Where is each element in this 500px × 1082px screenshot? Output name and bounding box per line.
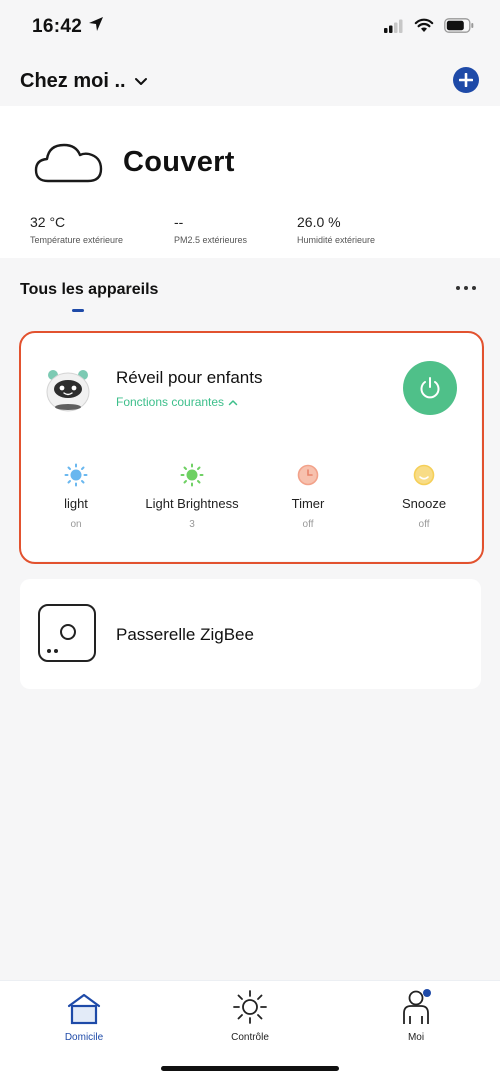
power-icon — [420, 377, 440, 399]
home-indicator — [161, 1066, 339, 1071]
status-indicators — [384, 18, 474, 33]
device-card-zigbee-gateway[interactable]: Passerelle ZigBee — [20, 579, 481, 689]
status-time: 16:42 — [32, 16, 83, 37]
sun-icon — [180, 463, 204, 487]
person-icon — [403, 989, 431, 1024]
tab-indicator — [72, 309, 84, 312]
home-name: Chez moi .. — [20, 70, 126, 92]
sun-icon — [64, 463, 88, 487]
home-header: Chez moi .. — [0, 58, 500, 104]
wifi-icon — [414, 18, 434, 32]
chevron-up-icon — [228, 399, 238, 405]
common-functions-label: Fonctions courantes — [116, 395, 225, 409]
plus-icon — [459, 73, 473, 87]
tab-control[interactable]: Contrôle — [200, 989, 300, 1043]
battery-icon — [444, 18, 474, 33]
function-state: on — [70, 519, 82, 530]
signal-icon — [384, 19, 403, 33]
tab-label: Contrôle — [231, 1032, 269, 1043]
device-name: Réveil pour enfants — [116, 368, 263, 387]
weather-condition: Couvert — [123, 146, 235, 178]
function-timer[interactable]: Timer off — [253, 463, 363, 530]
location-arrow-icon — [89, 17, 103, 31]
device-name: Passerelle ZigBee — [116, 625, 254, 644]
function-state: off — [418, 519, 430, 530]
tab-me[interactable]: Moi — [366, 989, 466, 1043]
function-light-brightness[interactable]: Light Brightness 3 — [137, 463, 247, 530]
stat-label: PM2.5 extérieures — [174, 235, 248, 245]
stat-value: 32 °C — [30, 214, 66, 230]
stat-value: -- — [174, 214, 184, 230]
cloud-icon — [34, 143, 103, 183]
dot — [456, 286, 460, 290]
status-bar: 16:42 — [0, 0, 500, 56]
stat-pm25: -- PM2.5 extérieures — [174, 214, 247, 245]
chevron-down-icon — [134, 77, 147, 85]
power-button[interactable] — [403, 361, 457, 415]
alarm-clock-device-icon — [46, 370, 90, 412]
stat-label: Température extérieure — [30, 235, 124, 245]
dot — [464, 286, 468, 290]
function-state: 3 — [189, 519, 195, 530]
weather-panel[interactable]: Couvert 32 °C Température extérieure -- … — [0, 106, 500, 258]
dot — [472, 286, 476, 290]
common-functions-toggle[interactable]: Fonctions courantes — [116, 395, 238, 409]
function-light[interactable]: light on — [21, 463, 131, 530]
tab-label: Moi — [407, 1032, 425, 1043]
smile-icon — [413, 464, 435, 486]
tab-label: Domicile — [64, 1032, 104, 1043]
stat-label: Humidité extérieure — [297, 235, 376, 245]
clock-icon — [297, 464, 319, 486]
add-device-button[interactable] — [453, 67, 479, 93]
tab-all-devices[interactable]: Tous les appareils — [20, 281, 158, 299]
function-state: off — [302, 519, 314, 530]
function-snooze[interactable]: Snooze off — [369, 463, 479, 530]
function-name: Light Brightness — [145, 496, 239, 511]
stat-humidity: 26.0 % Humidité extérieure — [297, 214, 375, 245]
device-card-kids-alarm[interactable]: Réveil pour enfants Fonctions courantes … — [20, 333, 481, 561]
function-name: Snooze — [401, 496, 447, 511]
home-selector[interactable]: Chez moi .. — [20, 70, 148, 93]
tab-home[interactable]: Domicile — [34, 989, 134, 1043]
gateway-symbol-icon — [47, 624, 76, 653]
function-name: Timer — [291, 496, 325, 511]
stat-temperature: 32 °C Température extérieure — [30, 214, 123, 245]
function-name: light — [64, 496, 88, 511]
home-icon — [67, 993, 101, 1025]
stat-value: 26.0 % — [297, 214, 341, 230]
gateway-device-icon — [38, 604, 96, 662]
sun-icon — [233, 990, 267, 1024]
more-options-button[interactable] — [456, 286, 476, 290]
